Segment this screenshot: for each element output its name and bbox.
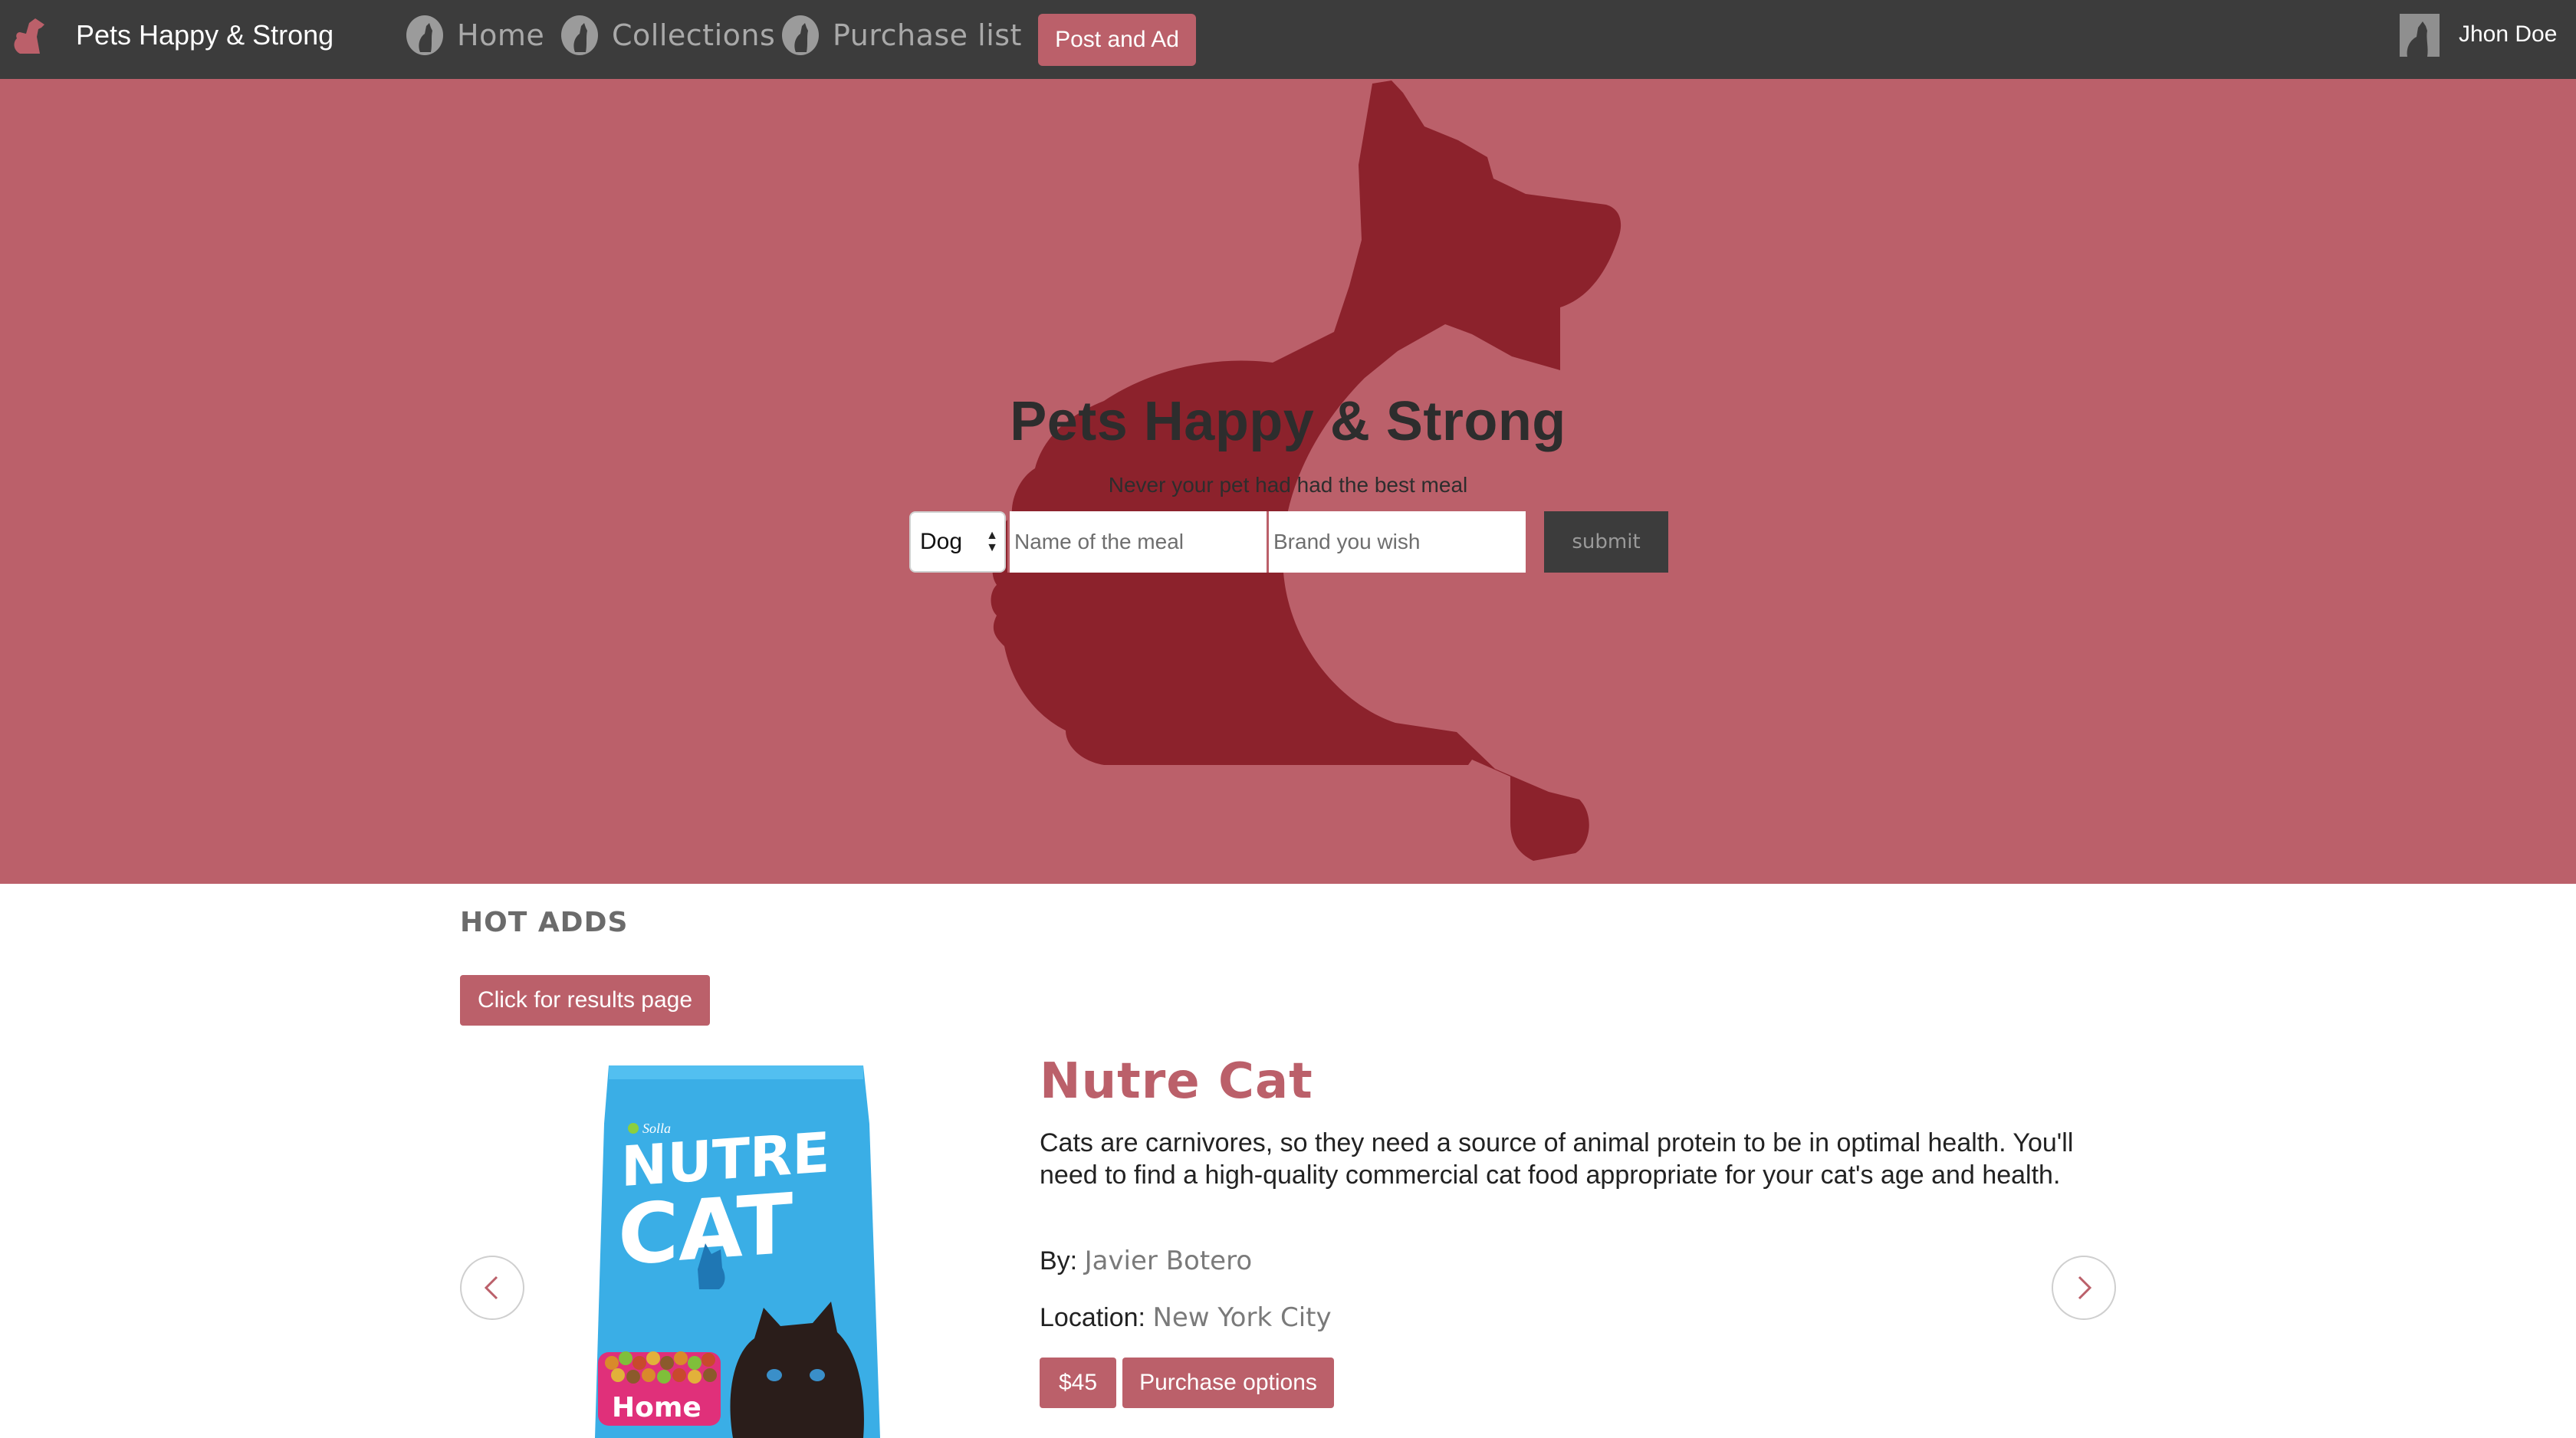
hero-subtitle: Never your pet had had the best meal [1108,473,1468,497]
top-navbar: Pets Happy & Strong Home Collections Pur… [0,0,2576,79]
nav-collections-link[interactable]: Collections [558,11,775,60]
hero-banner: Pets Happy & Strong Never your pet had h… [0,79,2576,884]
hero-title: Pets Happy & Strong [1010,391,1566,452]
seller-name: Javier Botero [1084,1246,1253,1276]
nav-home-label: Home [457,18,545,52]
product-description: Cats are carnivores, so they need a sour… [1040,1128,2074,1190]
pet-type-select[interactable]: Dog ▲ ▼ [909,511,1006,573]
cat-icon [406,15,443,55]
location-value: New York City [1152,1302,1332,1333]
hot-adds-heading: HOT ADDS [460,907,629,938]
brand-name[interactable]: Pets Happy & Strong [76,18,334,52]
purchase-options-button[interactable]: Purchase options [1122,1358,1334,1408]
chevron-left-icon [484,1275,498,1300]
pet-type-value: Dog [920,529,963,554]
nav-purchase-list-link[interactable]: Purchase list [779,11,1022,60]
user-avatar-icon[interactable] [2400,14,2440,57]
meal-name-input[interactable] [1007,511,1267,573]
price-badge: $45 [1040,1358,1116,1408]
product-image: Solla NUTRE CAT Home [595,1065,880,1438]
carousel-next-button[interactable] [2052,1256,2116,1320]
post-ad-button[interactable]: Post and Ad [1038,14,1196,66]
bag-variant-text: Home [612,1392,702,1423]
location-label: Location: [1040,1303,1145,1332]
nav-home-link[interactable]: Home [403,11,544,60]
chevron-right-icon [2078,1275,2092,1300]
nav-collections-label: Collections [612,18,776,52]
user-name[interactable]: Jhon Doe [2459,21,2557,48]
brand-input[interactable] [1267,511,1526,573]
product-title[interactable]: Nutre Cat [1040,1053,1313,1110]
submit-button[interactable]: submit [1544,511,1668,573]
select-arrows-icon: ▲ ▼ [986,529,998,554]
location-info: Location: New York City [1040,1302,1332,1333]
carousel-prev-button[interactable] [460,1256,524,1320]
seller-info: By: Javier Botero [1040,1246,1252,1276]
cat-icon [561,15,598,55]
cat-icon [782,15,819,55]
nav-purchase-list-label: Purchase list [833,18,1022,52]
results-page-button[interactable]: Click for results page [460,975,710,1026]
dog-logo-icon[interactable] [6,12,52,58]
seller-label: By: [1040,1246,1078,1275]
